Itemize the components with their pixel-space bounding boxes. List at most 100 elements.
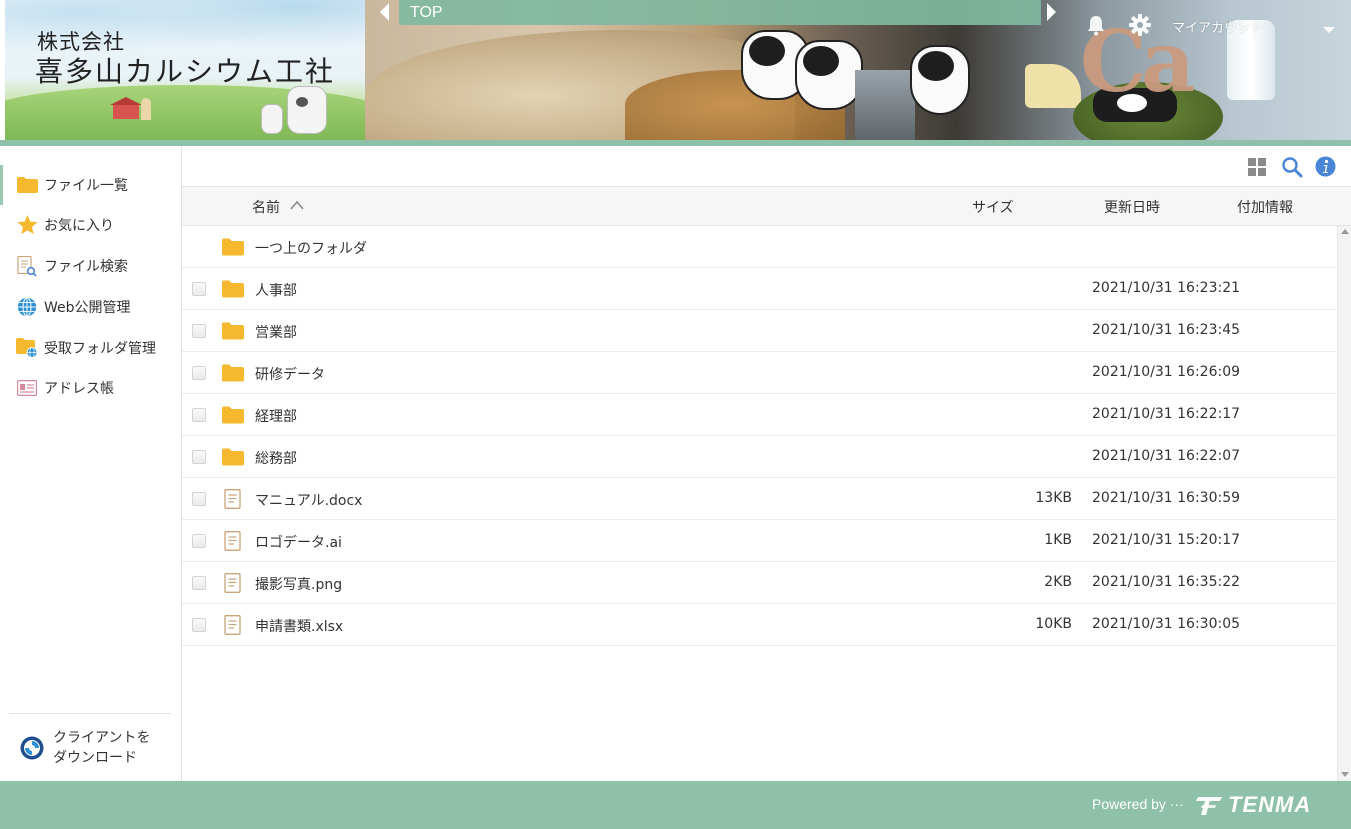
row-checkbox[interactable] xyxy=(192,492,206,506)
bell-icon[interactable] xyxy=(1086,14,1106,36)
download-client-line1: クライアントを xyxy=(53,730,151,746)
sidebar: ファイル一覧 お気に入り ファイル検索 Web公開管理 受取フォルダ管理 アドレ… xyxy=(0,146,182,781)
file-name[interactable]: 営業部 xyxy=(255,322,297,342)
vertical-scrollbar[interactable] xyxy=(1337,226,1351,781)
file-updated: 2021/10/31 16:30:59 xyxy=(1092,490,1241,506)
sidebar-item-label: ファイル一覧 xyxy=(44,178,128,194)
file-name[interactable]: 研修データ xyxy=(255,364,325,384)
row-checkbox[interactable] xyxy=(192,282,206,296)
file-updated: 2021/10/31 16:22:17 xyxy=(1092,406,1241,422)
file-name[interactable]: 撮影写真.png xyxy=(255,574,342,594)
company-logo[interactable]: 株式会社 喜多山カルシウム工社 xyxy=(5,0,365,140)
file-updated: 2021/10/31 16:23:45 xyxy=(1092,322,1241,338)
file-name[interactable]: 経理部 xyxy=(255,406,297,426)
sidebar-item-label: お気に入り xyxy=(44,218,114,234)
sidebar-item-address-book[interactable]: アドレス帳 xyxy=(0,368,181,408)
scroll-down-arrow-icon[interactable] xyxy=(1341,772,1349,777)
sidebar-item-favorites[interactable]: お気に入り xyxy=(0,205,181,245)
tenma-brand-text: TENMA xyxy=(1228,792,1312,817)
sidebar-divider xyxy=(9,713,171,714)
chevron-down-icon[interactable] xyxy=(1323,27,1335,33)
document-icon xyxy=(224,573,241,593)
banner-cheese xyxy=(1025,64,1081,108)
main-panel: 名前 サイズ 更新日時 付加情報 一つ上のフォルダ 人事部 2021/10/31… xyxy=(182,146,1351,781)
document-icon xyxy=(224,489,241,509)
powered-by-label: Powered by ··· xyxy=(1092,796,1184,812)
table-row[interactable]: ロゴデータ.ai 1KB 2021/10/31 15:20:17 xyxy=(182,520,1337,562)
table-row[interactable]: 撮影写真.png 2KB 2021/10/31 16:35:22 xyxy=(182,562,1337,604)
row-checkbox[interactable] xyxy=(192,618,206,632)
folder-icon xyxy=(16,175,38,195)
sidebar-item-file-search[interactable]: ファイル検索 xyxy=(0,246,181,286)
sidebar-item-label: 受取フォルダ管理 xyxy=(44,341,156,357)
row-checkbox[interactable] xyxy=(192,450,206,464)
table-row[interactable]: 申請書類.xlsx 10KB 2021/10/31 16:30:05 xyxy=(182,604,1337,646)
file-name[interactable]: 申請書類.xlsx xyxy=(255,616,343,636)
download-client-line2: ダウンロード xyxy=(53,750,137,766)
file-size: 1KB xyxy=(1044,532,1072,548)
table-row[interactable]: 人事部 2021/10/31 16:23:21 xyxy=(182,268,1337,310)
globe-icon xyxy=(16,297,38,317)
banner-cow xyxy=(795,40,863,110)
row-checkbox[interactable] xyxy=(192,408,206,422)
column-header-size[interactable]: サイズ xyxy=(972,197,1014,217)
table-row[interactable]: 営業部 2021/10/31 16:23:45 xyxy=(182,310,1337,352)
sidebar-item-label: アドレス帳 xyxy=(44,381,114,397)
file-updated: 2021/10/31 16:26:09 xyxy=(1092,364,1241,380)
file-updated: 2021/10/31 15:20:17 xyxy=(1092,532,1241,548)
row-checkbox[interactable] xyxy=(192,324,206,338)
scroll-up-arrow-icon[interactable] xyxy=(1341,229,1349,234)
folder-icon xyxy=(222,448,244,466)
nav-next-arrow[interactable] xyxy=(1047,3,1056,21)
column-header-updated[interactable]: 更新日時 xyxy=(1104,197,1160,217)
file-name[interactable]: ロゴデータ.ai xyxy=(255,532,342,552)
logo-barn xyxy=(110,97,142,119)
file-size: 13KB xyxy=(1035,490,1072,506)
table-header: 名前 サイズ 更新日時 付加情報 xyxy=(182,186,1351,226)
folder-icon xyxy=(222,406,244,424)
file-name[interactable]: 人事部 xyxy=(255,280,297,300)
sidebar-item-receive-folder[interactable]: 受取フォルダ管理 xyxy=(0,328,181,368)
nav-prev-arrow[interactable] xyxy=(380,3,389,21)
column-header-name[interactable]: 名前 xyxy=(252,197,280,217)
folder-icon xyxy=(222,280,244,298)
parent-folder-row[interactable]: 一つ上のフォルダ xyxy=(182,226,1337,268)
sidebar-item-web-publish[interactable]: Web公開管理 xyxy=(0,287,181,327)
document-icon xyxy=(224,615,241,635)
table-row[interactable]: 総務部 2021/10/31 16:22:07 xyxy=(182,436,1337,478)
file-size: 10KB xyxy=(1035,616,1072,632)
table-row[interactable]: マニュアル.docx 13KB 2021/10/31 16:30:59 xyxy=(182,478,1337,520)
row-checkbox[interactable] xyxy=(192,534,206,548)
row-checkbox[interactable] xyxy=(192,576,206,590)
file-name[interactable]: 総務部 xyxy=(255,448,297,468)
sidebar-item-label: Web公開管理 xyxy=(44,300,131,316)
star-icon xyxy=(16,215,38,235)
file-name[interactable]: マニュアル.docx xyxy=(255,490,362,510)
sidebar-item-label: ファイル検索 xyxy=(44,259,128,275)
file-updated: 2021/10/31 16:23:21 xyxy=(1092,280,1241,296)
company-name: 喜多山カルシウム工社 xyxy=(35,55,336,88)
table-row[interactable]: 研修データ 2021/10/31 16:26:09 xyxy=(182,352,1337,394)
search-icon[interactable] xyxy=(1281,156,1303,178)
download-client-label: クライアントを ダウンロード xyxy=(53,728,150,768)
breadcrumb[interactable]: TOP xyxy=(399,0,1041,25)
banner-rail xyxy=(855,70,915,140)
download-client-button[interactable]: クライアントを ダウンロード xyxy=(20,726,175,770)
file-list: 一つ上のフォルダ 人事部 2021/10/31 16:23:21 営業部 202… xyxy=(182,226,1337,781)
gear-icon[interactable] xyxy=(1129,14,1151,36)
sidebar-item-file-list[interactable]: ファイル一覧 xyxy=(0,165,181,205)
my-account-link[interactable]: マイアカウント xyxy=(1172,17,1263,36)
sort-ascending-icon[interactable] xyxy=(290,200,304,210)
logo-cow xyxy=(287,86,327,134)
table-row[interactable]: 経理部 2021/10/31 16:22:17 xyxy=(182,394,1337,436)
document-icon xyxy=(224,531,241,551)
file-size: 2KB xyxy=(1044,574,1072,590)
logo-silo xyxy=(141,98,151,120)
column-header-extra-info[interactable]: 付加情報 xyxy=(1237,197,1293,217)
info-icon[interactable] xyxy=(1315,156,1336,177)
row-checkbox[interactable] xyxy=(192,366,206,380)
folder-icon xyxy=(222,364,244,382)
tenma-logo[interactable]: TENMA xyxy=(1196,791,1311,819)
grid-view-icon[interactable] xyxy=(1248,158,1266,176)
toolbar xyxy=(182,146,1351,186)
